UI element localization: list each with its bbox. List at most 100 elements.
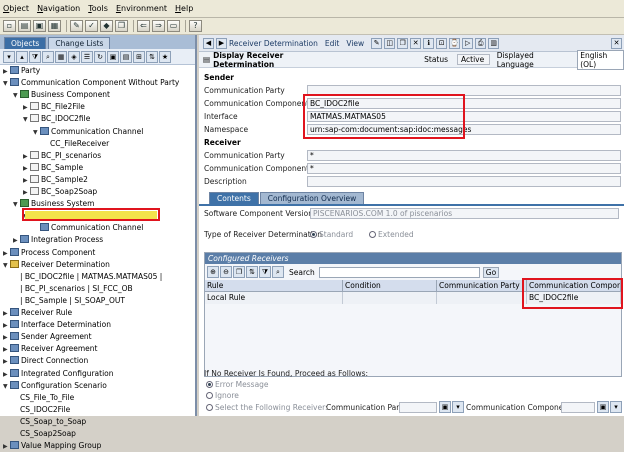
menu-navigation[interactable]: Navigation (37, 4, 80, 13)
menu-object[interactable]: Object (3, 4, 29, 13)
open-icon[interactable]: ▤ (18, 20, 31, 32)
search-input[interactable] (318, 266, 480, 278)
edit-icon[interactable]: ✎ (70, 20, 83, 32)
collapsed-arrow-icon[interactable]: ▶ (3, 441, 10, 452)
collapsed-arrow-icon[interactable]: ▶ (23, 163, 30, 174)
copy-icon[interactable]: ❐ (115, 20, 128, 32)
menu-help[interactable]: Help (175, 4, 193, 13)
tree-node[interactable]: ▶ Sender Agreement (3, 331, 92, 342)
collapsed-arrow-icon[interactable]: ▶ (23, 151, 30, 162)
test-icon[interactable]: ▷ (462, 37, 474, 49)
table-icon[interactable]: ▤ (120, 50, 132, 63)
tab-configuration-overview[interactable]: Configuration Overview (259, 192, 365, 204)
filter-icon[interactable]: ⧩ (29, 50, 41, 63)
receiver-party-field[interactable]: * (307, 150, 621, 161)
tree-node[interactable]: CS_Soap_to_Soap (13, 416, 86, 427)
option-select-receiver[interactable]: Select the Following Receiver: (206, 403, 328, 412)
collapsed-arrow-icon[interactable]: ▶ (13, 235, 20, 246)
menu-environment[interactable]: Environment (116, 4, 167, 13)
tree-node[interactable]: ▼ BC_IDOC2file (23, 113, 90, 124)
tree-node[interactable]: ▶ Direct Connection (3, 355, 88, 366)
option-error-message[interactable]: Error Message (206, 380, 269, 389)
expanded-arrow-icon[interactable]: ▼ (3, 381, 10, 392)
delete-row-icon[interactable]: ⊖ (220, 266, 232, 278)
tree-node[interactable]: ▼ Business Component (13, 89, 110, 100)
info-icon[interactable]: ℹ (423, 37, 435, 49)
tree-node[interactable]: ▶ BC_Soap2Soap (23, 186, 97, 197)
copy-row-icon[interactable]: ❐ (233, 266, 245, 278)
expand-icon[interactable]: ▾ (3, 50, 15, 63)
collapsed-arrow-icon[interactable]: ▶ (3, 369, 10, 380)
find-icon[interactable]: ⌕ (272, 266, 284, 278)
expanded-arrow-icon[interactable]: ▼ (3, 78, 10, 89)
tab-change-lists[interactable]: Change Lists (48, 37, 111, 49)
tree-node[interactable]: ▶ Interface Determination (3, 319, 111, 330)
menu-edit[interactable]: Edit (325, 39, 340, 48)
expanded-arrow-icon[interactable]: ▼ (13, 199, 20, 210)
grid-header-condition[interactable]: Condition (343, 280, 437, 292)
component-view-icon[interactable]: ▦ (55, 50, 67, 63)
back-icon[interactable]: ⇐ (137, 20, 150, 32)
grid-header-rule[interactable]: Rule (205, 280, 343, 292)
insert-row-icon[interactable]: ⊕ (207, 266, 219, 278)
tree-node[interactable]: | BC_Sample | SI_SOAP_OUT (13, 295, 125, 306)
tree-node[interactable]: ▼ Communication Component Without Party (3, 77, 179, 88)
expanded-arrow-icon[interactable]: ▼ (13, 90, 20, 101)
tree-node[interactable]: Communication Channel (33, 222, 143, 233)
option-ignore[interactable]: Ignore (206, 391, 239, 400)
collapsed-arrow-icon[interactable]: ▶ (3, 248, 10, 259)
grid-header-communication-party[interactable]: Communication Party (437, 280, 527, 292)
menu-tools[interactable]: Tools (88, 4, 108, 13)
expanded-arrow-icon[interactable]: ▼ (23, 114, 30, 125)
collapsed-arrow-icon[interactable]: ▶ (3, 344, 10, 355)
tree-node[interactable]: ▶ BC_Sample2 (23, 174, 88, 185)
type-extended-option[interactable]: Extended (369, 230, 414, 239)
display-icon[interactable]: ◫ (384, 37, 396, 49)
save-icon[interactable]: ▣ (33, 20, 46, 32)
expanded-arrow-icon[interactable]: ▼ (33, 127, 40, 138)
component-help-icon[interactable]: ▣ (597, 401, 609, 413)
tree-node[interactable]: CC_FileReceiver (43, 138, 109, 149)
tree-node[interactable]: ▶ Process Component (3, 247, 95, 258)
tree-node[interactable]: ▼ Communication Channel (33, 126, 143, 137)
settings-icon[interactable]: ▣ (107, 50, 119, 63)
favorites-icon[interactable]: ★ (159, 50, 171, 63)
filter-rows-icon[interactable]: ⧩ (259, 266, 271, 278)
tree-node[interactable]: | BC_PI_scenarios | SI_FCC_OB (13, 283, 133, 294)
party-view-icon[interactable]: ◈ (68, 50, 80, 63)
search-icon[interactable]: ⌕ (42, 50, 54, 63)
collapsed-arrow-icon[interactable]: ▶ (3, 308, 10, 319)
collapsed-arrow-icon[interactable]: ▶ (23, 175, 30, 186)
type-standard-option[interactable]: Standard (310, 230, 353, 239)
collapsed-arrow-icon[interactable]: ▶ (3, 356, 10, 367)
menu-receiver-determination[interactable]: Receiver Determination (229, 39, 318, 48)
close-panel-icon[interactable]: ✕ (611, 37, 622, 49)
language-select[interactable]: English (OL) (577, 49, 624, 70)
tab-contents[interactable]: Contents (209, 192, 259, 204)
sort-icon[interactable]: ⇅ (146, 50, 158, 63)
collapsed-arrow-icon[interactable]: ▶ (23, 187, 30, 198)
tree-node[interactable]: ▶ BC_Sample (23, 162, 83, 173)
tree-node[interactable]: ▼ Receiver Determination (3, 259, 110, 270)
tab-objects[interactable]: Objects (4, 37, 47, 49)
layout-icon[interactable]: ▥ (488, 37, 500, 49)
tree-node[interactable]: CS_File_To_File (13, 392, 74, 403)
tree-node[interactable]: ▶ BC_PI_scenarios (23, 150, 101, 161)
delete-icon[interactable]: ✕ (410, 37, 422, 49)
refresh-icon[interactable]: ↻ (94, 50, 106, 63)
collapsed-arrow-icon[interactable]: ▶ (3, 66, 10, 77)
grid-cell-rule[interactable]: Local Rule (205, 292, 343, 304)
list-view-icon[interactable]: ☰ (81, 50, 93, 63)
party-help-icon[interactable]: ▣ (439, 401, 451, 413)
check-icon[interactable]: ✓ (85, 20, 98, 32)
forward-arrow-icon[interactable]: ▶ (216, 37, 227, 49)
tree-node[interactable]: CS_Soap2Soap (13, 428, 76, 439)
tree-node[interactable]: ▶ Receiver Agreement (3, 343, 97, 354)
tree-node[interactable]: CS_IDOC2File (13, 404, 70, 415)
back-arrow-icon[interactable]: ◀ (203, 37, 214, 49)
menu-view[interactable]: View (346, 39, 364, 48)
tree-node[interactable]: ▶ Integration Process (13, 234, 103, 245)
bottom-party-field[interactable] (399, 402, 437, 413)
tree-node[interactable]: ▶ Value Mapping Group (3, 440, 101, 451)
tree-node[interactable]: | BC_IDOC2file | MATMAS.MATMAS05 | (13, 271, 162, 282)
